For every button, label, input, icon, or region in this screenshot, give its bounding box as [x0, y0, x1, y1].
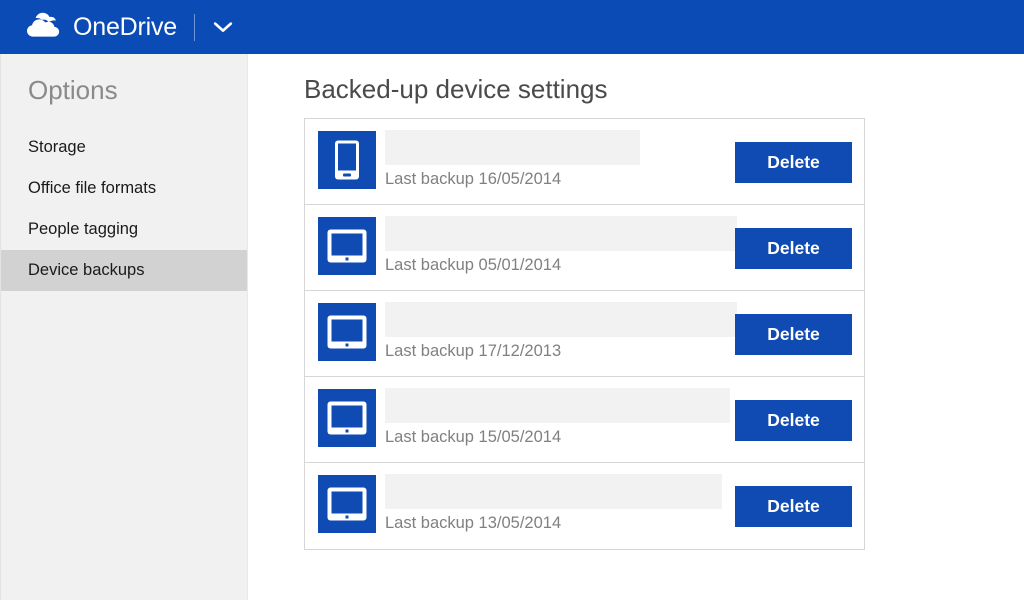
- device-info: Last backup 17/12/2013: [385, 302, 737, 362]
- onedrive-cloud-icon: [26, 12, 64, 43]
- last-backup-date: Last backup 15/05/2014: [385, 428, 562, 446]
- device-name-redaction: [385, 388, 730, 423]
- delete-button[interactable]: Delete: [735, 486, 852, 527]
- header-divider: [194, 13, 195, 41]
- tablet-icon: [318, 475, 376, 533]
- device-backup-list: Last backup 16/05/2014 Delete Last backu…: [304, 118, 865, 550]
- delete-button[interactable]: Delete: [735, 228, 852, 269]
- device-name-redaction: [385, 130, 640, 165]
- last-backup-date: Last backup 16/05/2014: [385, 170, 562, 188]
- device-name-redaction: [385, 474, 722, 509]
- last-backup-date: Last backup 17/12/2013: [385, 342, 562, 360]
- table-row: Last backup 17/12/2013 Delete: [305, 291, 864, 377]
- sidebar-item-device-backups[interactable]: Device backups: [1, 249, 247, 291]
- options-sidebar: Options Storage Office file formats Peop…: [0, 54, 248, 600]
- app-header-bar: OneDrive: [0, 0, 1024, 54]
- page-title: Backed-up device settings: [304, 74, 608, 104]
- table-row: Last backup 16/05/2014 Delete: [305, 119, 864, 205]
- main-content: Backed-up device settings Last backup 16…: [249, 54, 1024, 600]
- sidebar-item-label: Device backups: [28, 260, 145, 279]
- sidebar-nav: Storage Office file formats People taggi…: [1, 127, 247, 291]
- last-backup-date: Last backup 05/01/2014: [385, 256, 562, 274]
- tablet-icon: [318, 303, 376, 361]
- tablet-icon: [318, 217, 376, 275]
- table-row: Last backup 13/05/2014 Delete: [305, 463, 864, 549]
- delete-button[interactable]: Delete: [735, 142, 852, 183]
- device-info: Last backup 05/01/2014: [385, 216, 737, 276]
- tablet-icon: [318, 389, 376, 447]
- table-row: Last backup 05/01/2014 Delete: [305, 205, 864, 291]
- sidebar-heading: Options: [28, 75, 118, 105]
- device-name-redaction: [385, 302, 737, 337]
- sidebar-item-label: Office file formats: [28, 178, 157, 197]
- device-info: Last backup 16/05/2014: [385, 130, 719, 190]
- device-info: Last backup 15/05/2014: [385, 388, 730, 448]
- table-row: Last backup 15/05/2014 Delete: [305, 377, 864, 463]
- device-name-redaction: [385, 216, 737, 251]
- app-title: OneDrive: [73, 12, 177, 41]
- last-backup-date: Last backup 13/05/2014: [385, 514, 562, 532]
- onedrive-brand-link[interactable]: OneDrive: [26, 12, 177, 43]
- chevron-down-icon[interactable]: [210, 14, 236, 40]
- delete-button[interactable]: Delete: [735, 314, 852, 355]
- sidebar-item-label: People tagging: [28, 219, 139, 238]
- sidebar-item-office-file-formats[interactable]: Office file formats: [1, 168, 247, 209]
- device-info: Last backup 13/05/2014: [385, 474, 722, 534]
- sidebar-item-storage[interactable]: Storage: [1, 127, 247, 168]
- delete-button[interactable]: Delete: [735, 400, 852, 441]
- sidebar-item-label: Storage: [28, 137, 86, 156]
- phone-icon: [318, 131, 376, 189]
- sidebar-item-people-tagging[interactable]: People tagging: [1, 209, 247, 250]
